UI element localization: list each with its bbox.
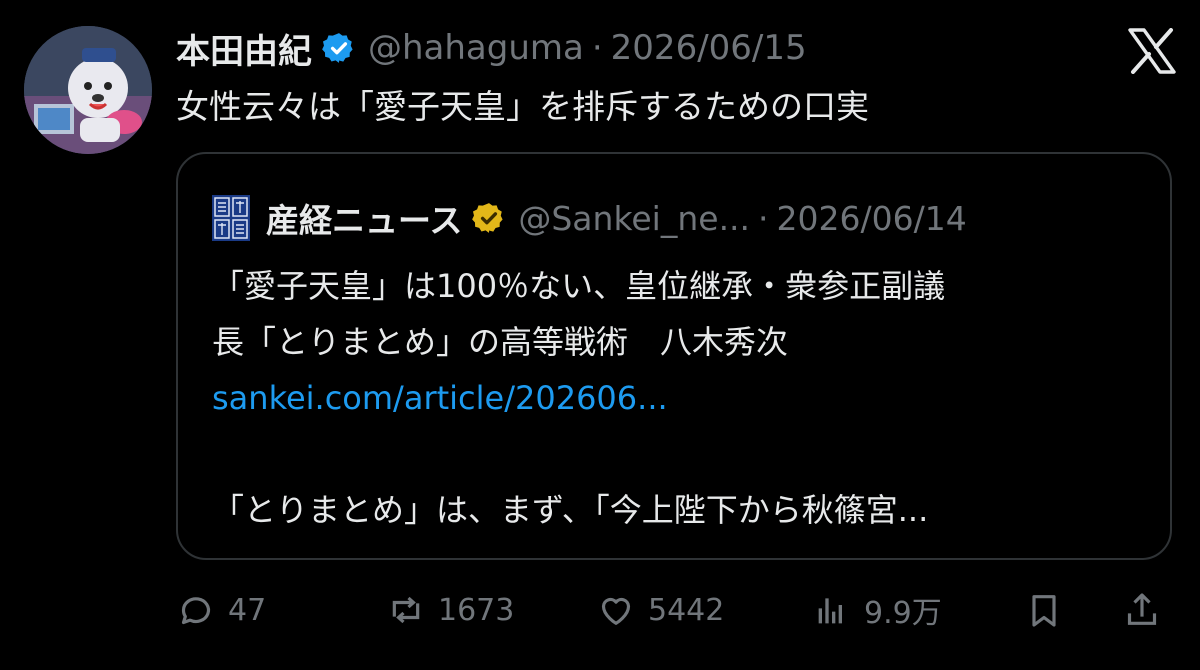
- author-avatar[interactable]: [24, 26, 152, 154]
- like-count: 5442: [648, 592, 725, 628]
- quoted-separator: ·: [758, 198, 769, 238]
- avatar-image: [24, 26, 152, 154]
- views-button[interactable]: 9.9万: [812, 588, 942, 632]
- share-icon: [1122, 590, 1162, 630]
- quoted-tweet[interactable]: 産経ニュース @Sankei_ne... · 2026/06/14 「愛子天皇」…: [176, 152, 1172, 560]
- like-button[interactable]: 5442: [596, 590, 724, 630]
- views-count: 9.9万: [864, 596, 942, 631]
- quoted-text-line: 長「とりまとめ」の高等戦術 八木秀次: [212, 323, 789, 361]
- quoted-author-name[interactable]: 産経ニュース: [266, 194, 462, 242]
- author-name[interactable]: 本田由紀: [176, 24, 312, 73]
- bookmark-icon: [1024, 590, 1064, 630]
- tweet-header: 本田由紀 @hahaguma · 2026/06/15: [176, 24, 807, 73]
- quoted-text-line: 「愛子天皇」は100％ない、皇位継承・衆参正副議: [212, 267, 946, 305]
- quoted-header: 産経ニュース @Sankei_ne... · 2026/06/14: [212, 192, 967, 244]
- tweet-date[interactable]: 2026/06/15: [611, 28, 807, 68]
- quoted-excerpt: 「とりまとめ」は、まず、「今上陛下から秋篠宮...: [212, 491, 929, 529]
- views-icon: [812, 590, 852, 630]
- quoted-body: 「愛子天皇」は100％ない、皇位継承・衆参正副議 長「とりまとめ」の高等戦術 八…: [212, 258, 1152, 538]
- repost-icon: [386, 590, 426, 630]
- tweet-text: 女性云々は「愛子天皇」を排斥するための口実: [176, 87, 869, 126]
- share-button[interactable]: [1122, 590, 1162, 630]
- repost-count: 1673: [438, 592, 515, 628]
- reply-button[interactable]: 47: [176, 590, 266, 630]
- quoted-blank-line: [212, 426, 1152, 482]
- x-logo-icon[interactable]: [1128, 28, 1176, 74]
- quoted-avatar[interactable]: [212, 195, 250, 241]
- quoted-link[interactable]: sankei.com/article/202606...: [212, 370, 1152, 426]
- header-separator: ·: [591, 28, 603, 68]
- repost-button[interactable]: 1673: [386, 590, 514, 630]
- bookmark-button[interactable]: [1024, 590, 1064, 630]
- verified-blue-badge-icon: [322, 31, 356, 65]
- action-bar: 47 1673 5442 9.9万: [176, 586, 1166, 634]
- tweet-card: 本田由紀 @hahaguma · 2026/06/15 女性云々は「愛子天皇」を…: [0, 0, 1200, 670]
- reply-count: 47: [228, 592, 267, 628]
- verified-gold-badge-icon: [472, 201, 506, 235]
- heart-icon: [596, 590, 636, 630]
- reply-icon: [176, 590, 216, 630]
- quoted-handle[interactable]: @Sankei_ne...: [518, 199, 750, 238]
- author-handle[interactable]: @hahaguma: [368, 28, 584, 68]
- quoted-date[interactable]: 2026/06/14: [777, 199, 967, 238]
